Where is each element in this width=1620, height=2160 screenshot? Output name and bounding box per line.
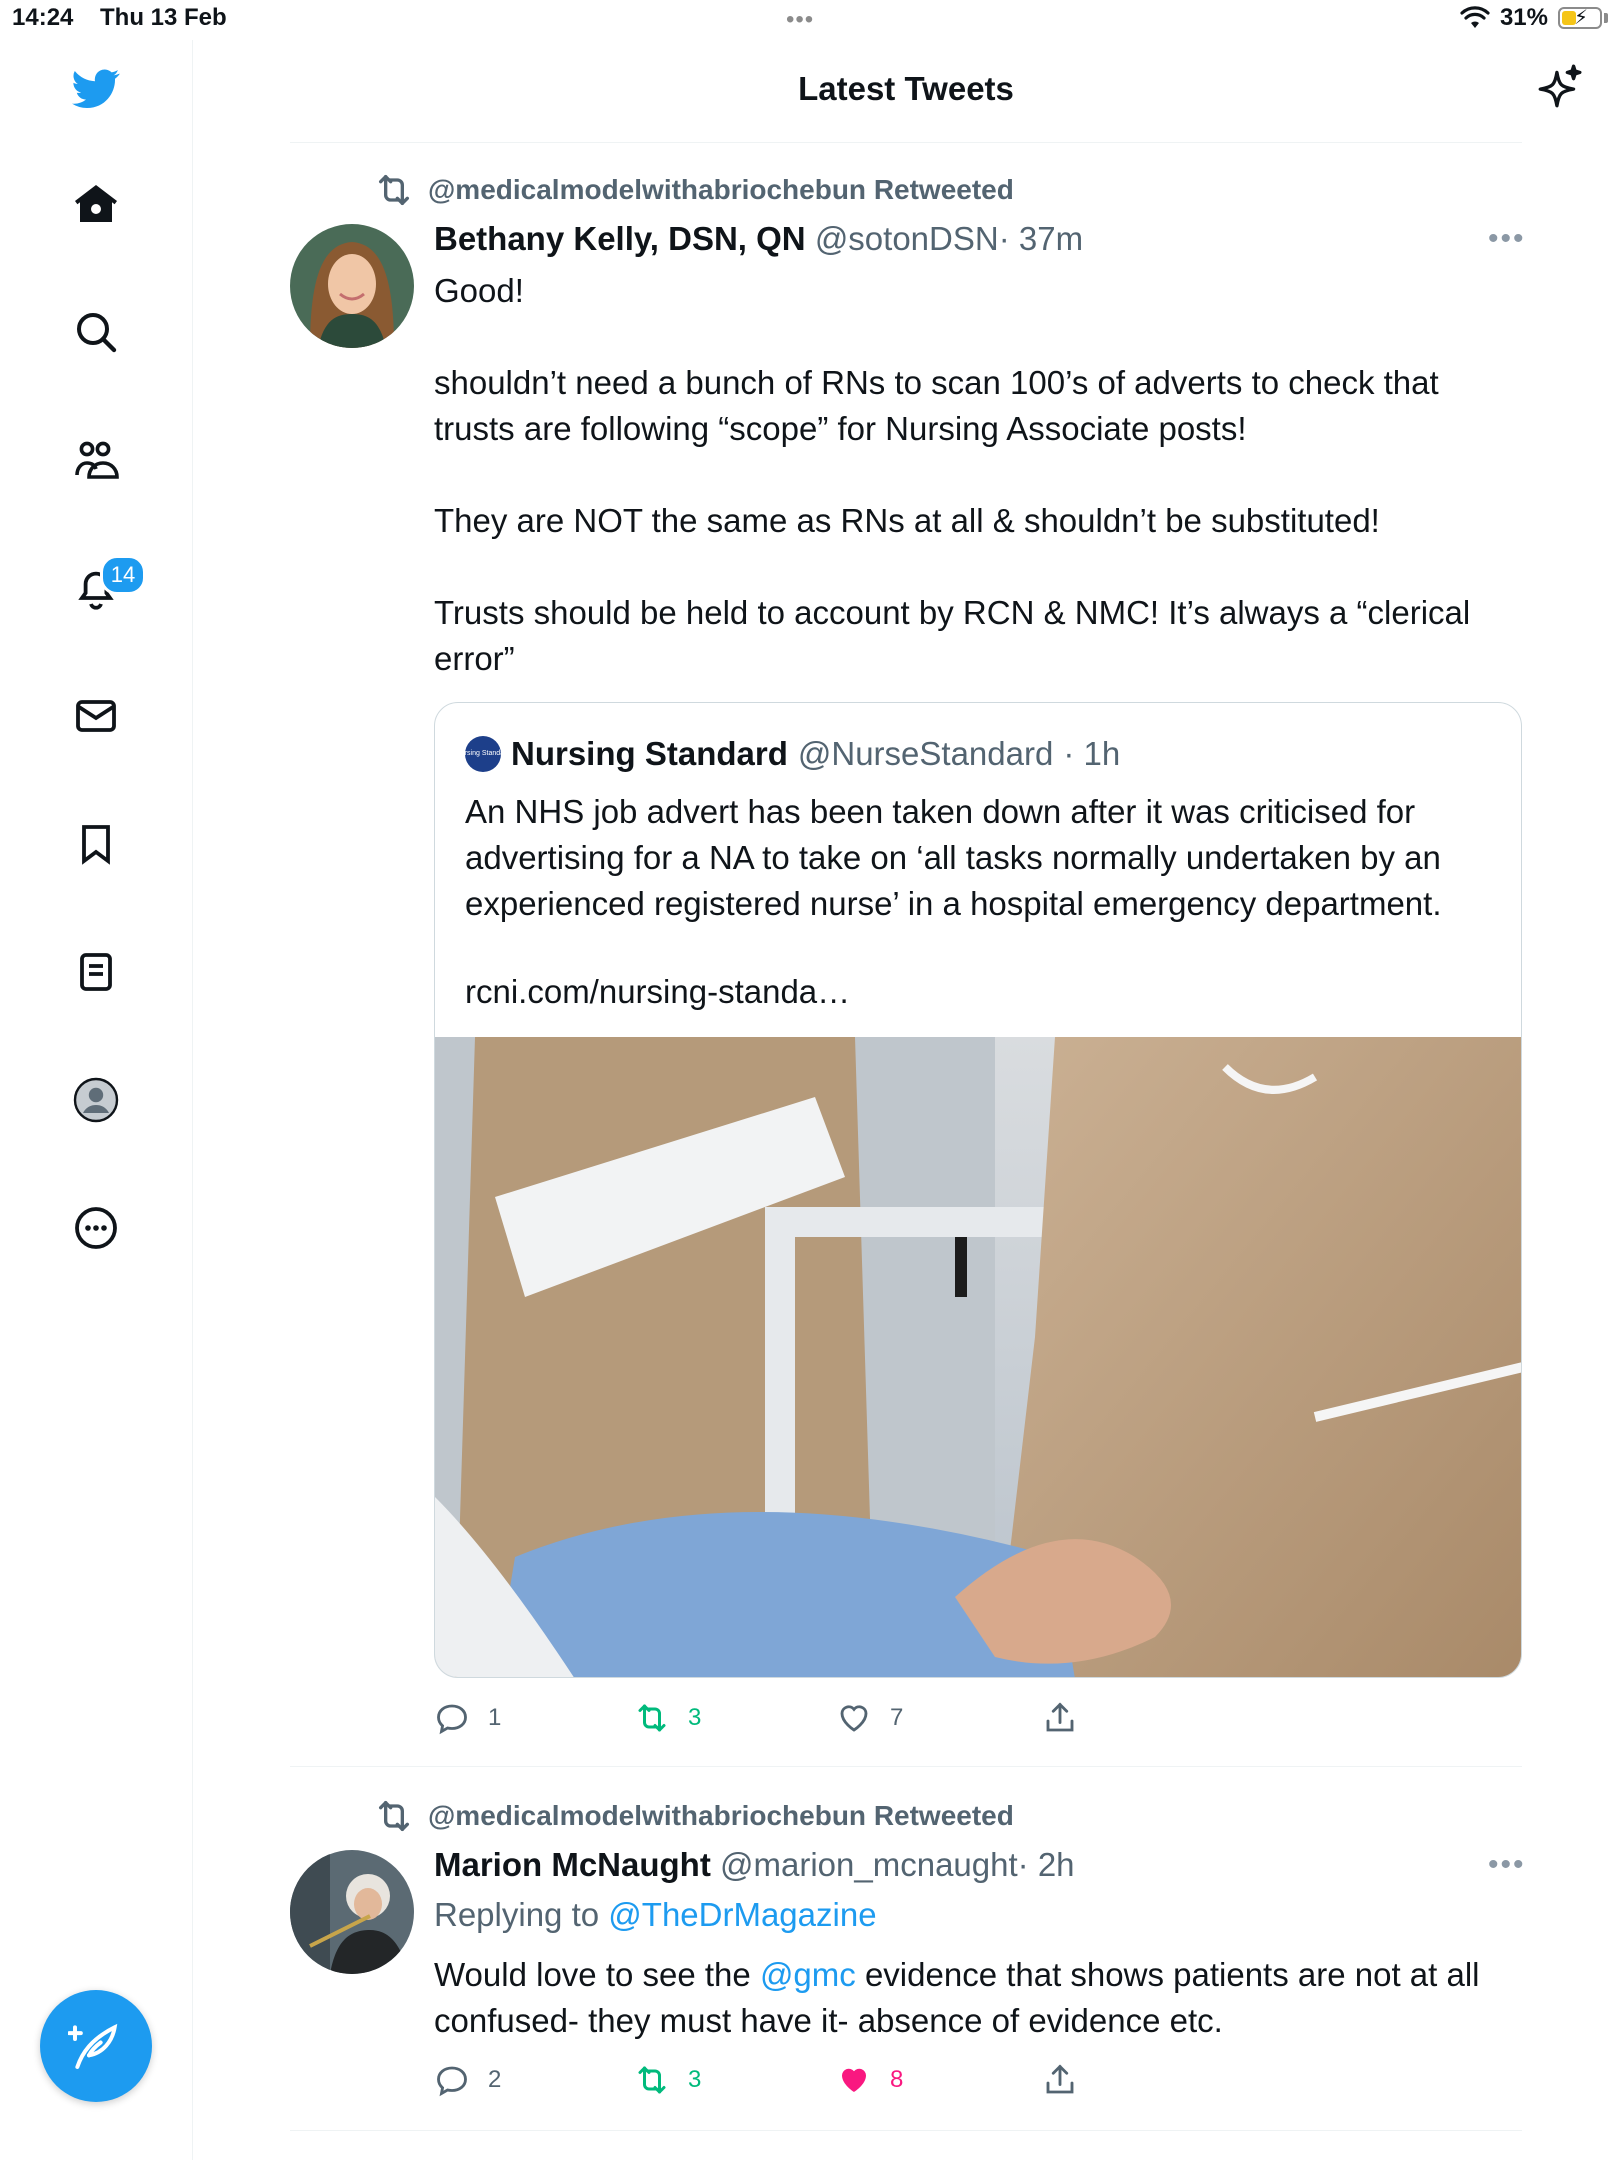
reply-button[interactable]: 1 bbox=[434, 1700, 501, 1736]
heart-icon bbox=[840, 1705, 868, 1732]
quoted-tweet-time: · 1h bbox=[1063, 735, 1121, 772]
tweet-paragraph: shouldn’t need a bunch of RNs to scan 10… bbox=[434, 364, 1439, 447]
tweet-paragraph: Good! bbox=[434, 272, 524, 309]
heart-filled-icon bbox=[842, 2068, 866, 2092]
more-options-icon[interactable]: ••• bbox=[1488, 222, 1526, 256]
tweet-header: Bethany Kelly, DSN, QN @sotonDSN· 37m bbox=[434, 220, 1083, 258]
quoted-author-handle: @NurseStandard bbox=[797, 735, 1054, 772]
retweet-icon bbox=[379, 175, 409, 205]
home-icon[interactable] bbox=[60, 168, 132, 240]
battery-icon: ⚡ bbox=[1558, 7, 1602, 29]
like-count: 7 bbox=[890, 1704, 904, 1731]
status-indicators: 31% ⚡ bbox=[1460, 4, 1608, 32]
quoted-author-name: Nursing Standard bbox=[511, 735, 788, 772]
more-options-icon[interactable]: ••• bbox=[1488, 1848, 1526, 1882]
retweet-icon bbox=[638, 2066, 666, 2094]
reply-icon bbox=[437, 1704, 467, 1735]
retweet-button[interactable]: 3 bbox=[634, 2062, 701, 2098]
battery-percent: 31% bbox=[1499, 4, 1548, 31]
retweeted-by-text: @medicalmodelwithabriochebun Retweeted bbox=[428, 1800, 1014, 1831]
author-name[interactable]: Marion McNaught bbox=[434, 1846, 711, 1883]
share-button[interactable] bbox=[1042, 1700, 1078, 1736]
quoted-tweet-header: Nursing Standard Nursing Standard @Nurse… bbox=[456, 735, 1121, 773]
notifications-badge: 14 bbox=[100, 555, 146, 595]
author-handle[interactable]: @marion_mcnaught bbox=[720, 1846, 1018, 1883]
tweet-divider bbox=[290, 1766, 1522, 1767]
replying-to-line: Replying to @TheDrMagazine bbox=[434, 1896, 877, 1934]
search-icon[interactable] bbox=[60, 296, 132, 368]
sparkle-icon[interactable] bbox=[1534, 62, 1584, 112]
author-name[interactable]: Bethany Kelly, DSN, QN bbox=[434, 220, 806, 257]
tweet-time[interactable]: · 2h bbox=[1018, 1846, 1075, 1883]
reply-icon bbox=[437, 2066, 467, 2097]
multitasking-dots-icon[interactable]: ••• bbox=[786, 6, 814, 34]
reply-button[interactable]: 2 bbox=[434, 2062, 501, 2098]
tweet-divider bbox=[290, 2130, 1522, 2131]
tweet-paragraph: Trusts should be held to account by RCN … bbox=[434, 594, 1471, 677]
status-date: Thu 13 Feb bbox=[100, 4, 227, 31]
tweet-header: Marion McNaught @marion_mcnaught· 2h bbox=[434, 1846, 1075, 1884]
share-icon bbox=[1046, 1702, 1074, 1732]
compose-feather-icon bbox=[68, 2023, 118, 2069]
retweet-count: 3 bbox=[688, 2066, 702, 2093]
reply-count: 2 bbox=[488, 2066, 502, 2093]
share-icon bbox=[1046, 2064, 1074, 2094]
tweet-paragraph: They are NOT the same as RNs at all & sh… bbox=[434, 502, 1380, 539]
mention-link[interactable]: @gmc bbox=[760, 1956, 856, 1993]
compose-button[interactable] bbox=[40, 1990, 152, 2102]
lists-icon[interactable] bbox=[60, 936, 132, 1008]
quoted-tweet-card[interactable]: Nursing Standard Nursing Standard @Nurse… bbox=[434, 702, 1522, 1678]
reply-count: 1 bbox=[488, 1704, 502, 1731]
tweet-text: Would love to see the @gmc evidence that… bbox=[434, 1952, 1524, 2044]
avatar[interactable] bbox=[290, 1850, 414, 1974]
like-button[interactable]: 7 bbox=[836, 1700, 903, 1736]
quoted-author-avatar: Nursing Standard bbox=[456, 736, 510, 772]
author-handle[interactable]: @sotonDSN bbox=[815, 220, 999, 257]
page-title: Latest Tweets bbox=[798, 70, 1014, 107]
retweeted-by-line[interactable]: @medicalmodelwithabriochebun Retweeted bbox=[374, 1796, 1014, 1836]
replying-to-label: Replying to bbox=[434, 1896, 600, 1933]
tweet-actions: 1 3 7 bbox=[434, 1700, 1134, 1740]
like-button[interactable]: 8 bbox=[836, 2062, 903, 2098]
tweet-time[interactable]: · 37m bbox=[999, 220, 1083, 257]
quoted-tweet-text: An NHS job advert has been taken down af… bbox=[465, 793, 1442, 922]
like-count: 8 bbox=[890, 2066, 904, 2093]
retweeted-by-text: @medicalmodelwithabriochebun Retweeted bbox=[428, 174, 1014, 205]
avatar[interactable] bbox=[290, 224, 414, 348]
status-time: 14:24 bbox=[12, 4, 74, 31]
header-divider bbox=[290, 142, 1522, 143]
wifi-icon bbox=[1460, 6, 1490, 28]
bookmark-icon[interactable] bbox=[60, 808, 132, 880]
tweet-text-start: Would love to see the bbox=[434, 1956, 751, 1993]
quoted-tweet-link[interactable]: rcni.com/nursing-standa… bbox=[465, 973, 850, 1011]
profile-avatar-icon[interactable] bbox=[60, 1064, 132, 1136]
retweet-icon bbox=[379, 1801, 409, 1831]
more-circle-icon[interactable] bbox=[60, 1192, 132, 1264]
retweet-count: 3 bbox=[688, 1704, 702, 1731]
retweet-icon bbox=[638, 1704, 666, 1732]
retweeted-by-line[interactable]: @medicalmodelwithabriochebun Retweeted bbox=[374, 170, 1014, 210]
communities-icon[interactable] bbox=[60, 424, 132, 496]
messages-envelope-icon[interactable] bbox=[60, 680, 132, 752]
replying-to-handle[interactable]: @TheDrMagazine bbox=[608, 1896, 876, 1933]
tweet-text: Good! shouldn’t need a bunch of RNs to s… bbox=[434, 268, 1524, 682]
share-button[interactable] bbox=[1042, 2062, 1078, 2098]
tweet-actions: 2 3 8 bbox=[434, 2062, 1134, 2102]
retweet-button[interactable]: 3 bbox=[634, 1700, 701, 1736]
quoted-tweet-image[interactable] bbox=[435, 1037, 1521, 1677]
